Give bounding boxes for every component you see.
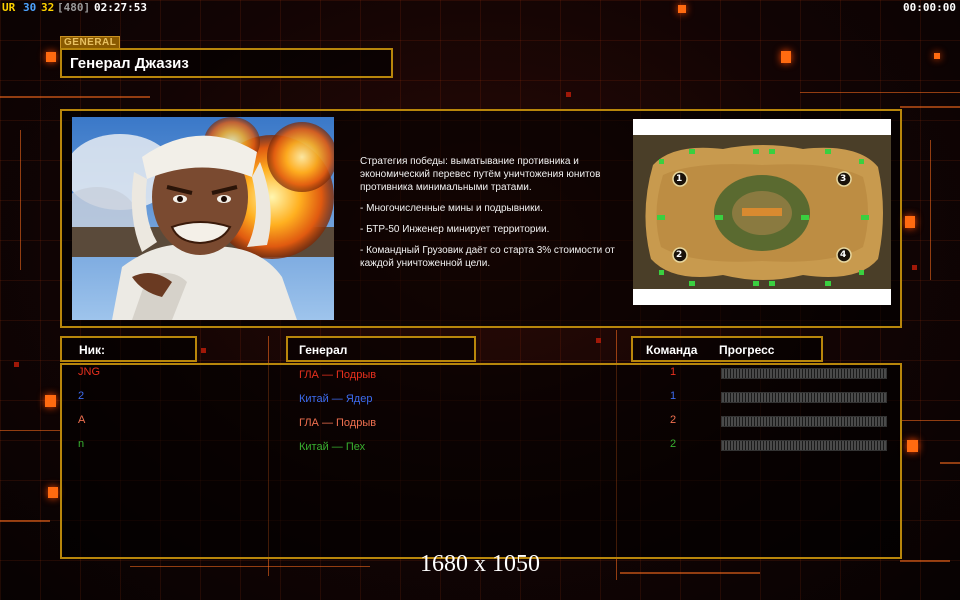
player-general: Китай — Ядер [299,393,373,405]
description-strategy: Стратегия победы: выматывание противника… [360,156,601,193]
player-nick: JNG [78,366,100,378]
nick-header-label: Ник: [79,343,106,357]
general-portrait [72,117,334,320]
fps-target: 32 [41,1,55,14]
deco-line [902,420,960,421]
map-preview: 1 3 2 4 [633,119,891,305]
deco-line [0,96,150,98]
deco-line [20,130,21,270]
deco-square [566,92,571,97]
deco-line [0,430,60,431]
progress-header-label: Прогресс [719,343,775,357]
general-title-box: Генерал Джазиз [60,48,393,78]
fps-limit: [480] [57,1,91,14]
team-progress-column-header: Команда Прогресс [631,336,823,362]
player-progress-bar [721,440,887,451]
player-progress-bar [721,368,887,379]
player-slot-label: 1 [676,174,683,184]
deco-square [907,440,918,452]
player-team: 2 [670,438,677,450]
deco-line [0,520,50,522]
player-slot-label: 2 [676,250,683,260]
deco-square [934,53,940,59]
player-general: Китай — Пех [299,441,366,453]
resolution-label: 1680 x 1050 [420,551,540,577]
deco-square [905,216,915,228]
player-nick: A [78,414,86,426]
deco-line [930,140,931,280]
deco-line [900,106,960,108]
deco-square [596,338,601,343]
nick-column-header: Ник: [60,336,197,362]
player-team: 1 [670,366,677,378]
deco-line [940,462,960,464]
general-column-header: Генерал [286,336,476,362]
deco-square [14,362,19,367]
fps-value: 30 [23,1,37,14]
player-slot-label: 3 [840,174,847,184]
player-nick: n [78,438,85,450]
general-header-label: Генерал [299,343,348,357]
deco-square [912,265,917,270]
player-progress-bar [721,392,887,403]
game-timer: 00:00:00 [903,1,956,14]
general-name: Генерал Джазиз [70,55,189,72]
player-slot-label: 4 [840,250,847,260]
deco-square [45,395,56,407]
player-progress-bar [721,416,887,427]
status-bar: UR 30 32 [480] 02:27:53 00:00:00 [0,0,960,14]
player-general: ГЛА — Подрыв [299,369,377,381]
description-point: - Командный Грузовик даёт со старта 3% с… [360,245,615,269]
player-nick: 2 [78,390,85,402]
deco-square [46,52,56,62]
player-team: 1 [670,390,677,402]
player-team: 2 [670,414,677,426]
deco-square [48,487,58,498]
team-header-label: Команда [646,343,698,357]
description-point: - БТР-50 Инженер минирует территории. [360,224,550,235]
deco-square [781,51,791,63]
description-point: - Многочисленные мины и подрывники. [360,203,543,214]
system-clock: 02:27:53 [94,1,147,14]
fps-label: UR [2,1,16,14]
deco-square [201,348,206,353]
player-general: ГЛА — Подрыв [299,417,377,429]
general-description: Стратегия победы: выматывание противника… [360,155,622,278]
map-image: 1 3 2 4 [633,135,891,289]
deco-line [800,92,960,93]
